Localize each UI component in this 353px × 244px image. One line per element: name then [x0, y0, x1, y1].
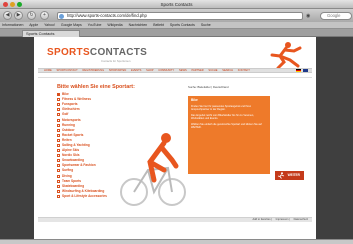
checkbox[interactable] — [57, 118, 60, 122]
info-paragraph: Das Angebot reicht vom Bikehändler bis h… — [191, 113, 254, 121]
nav-sportcontact[interactable]: SPORTCONTACT — [57, 69, 78, 72]
checkbox[interactable] — [57, 169, 60, 173]
bookmark-item[interactable]: Google Maps — [61, 23, 82, 27]
checkbox[interactable] — [57, 113, 60, 117]
flag-de-icon[interactable] — [296, 69, 301, 72]
info-title: Bike — [191, 98, 198, 102]
nav-shop[interactable]: SHOP — [146, 69, 153, 72]
checkbox[interactable] — [57, 154, 60, 158]
weiter-button[interactable]: WEITER — [275, 171, 304, 180]
checkbox[interactable] — [57, 123, 60, 127]
checkbox[interactable] — [57, 93, 60, 97]
checkbox[interactable] — [57, 133, 60, 137]
checkbox[interactable] — [57, 179, 60, 183]
checkbox[interactable] — [57, 98, 60, 102]
checkbox[interactable] — [57, 128, 60, 132]
status-bar — [0, 239, 353, 244]
footer-link[interactable]: Add to favorites — [252, 218, 270, 221]
checkbox[interactable] — [57, 149, 60, 153]
checkbox[interactable] — [57, 103, 60, 107]
nav-news[interactable]: NEWS — [179, 69, 187, 72]
back-button[interactable]: ◀ — [3, 11, 12, 20]
logo-part-sports: SPORTS — [47, 47, 90, 58]
checkbox[interactable] — [57, 189, 60, 193]
language-flags — [296, 69, 308, 72]
bookmark-item[interactable]: Sports Contacts — [170, 23, 195, 27]
page-title: Bitte wählen Sie eine Sportart: — [57, 84, 135, 90]
page-footer: Add to favorites | Impressum | Datenschu… — [38, 217, 312, 222]
info-box: Bike Finden Sie hier Ihr passendes Sport… — [188, 96, 270, 174]
divider — [38, 77, 312, 78]
bookmark-item[interactable]: Informationen — [2, 23, 23, 27]
nav-home[interactable]: HOME — [44, 69, 52, 72]
runner-icon — [277, 172, 285, 179]
checkbox[interactable] — [57, 194, 60, 198]
nav-registrierung[interactable]: REGISTRIERUNG — [82, 69, 104, 72]
nav-search[interactable]: SEARCH — [222, 69, 233, 72]
footer-link[interactable]: Impressum — [276, 218, 289, 221]
checkbox[interactable] — [57, 184, 60, 188]
nav-sportarten[interactable]: SPORTARTEN — [109, 69, 126, 72]
bookmarks-bar: Informationen Apple Yahoo! Google Maps Y… — [0, 22, 353, 29]
footer-link[interactable]: Datenschutz — [294, 218, 308, 221]
search-field[interactable]: Google — [320, 12, 352, 20]
bookmark-item[interactable]: Wikipedia — [107, 23, 122, 27]
nav-partner[interactable]: PARTNER — [192, 69, 204, 72]
nav-suche[interactable]: SUCHE — [208, 69, 217, 72]
logo-part-contacts: CONTACTS — [89, 47, 148, 58]
flag-uk-icon[interactable] — [303, 69, 308, 72]
info-paragraph: Finden Sie hier Ihr passendes Sportangeb… — [191, 104, 252, 112]
nav-events[interactable]: EVENTS — [131, 69, 141, 72]
info-paragraph: Wählen Sie einfach die gewünschte Sporta… — [191, 122, 262, 130]
cyclist-illustration — [120, 133, 186, 206]
checkbox[interactable] — [57, 108, 60, 112]
nav-kontakt[interactable]: KONTAKT — [238, 69, 250, 72]
main-nav: HOME SPORTCONTACT REGISTRIERUNG SPORTART… — [38, 68, 312, 73]
nav-community[interactable]: COMMUNITY — [158, 69, 174, 72]
bookmark-item[interactable]: Nachrichten — [129, 23, 148, 27]
bookmark-item[interactable]: Yahoo! — [44, 23, 55, 27]
bookmark-item[interactable]: YouTube — [88, 23, 102, 27]
checkbox[interactable] — [57, 174, 60, 178]
checkbox[interactable] — [57, 138, 60, 142]
logo-tagline: Contacts for Sportsmen — [101, 59, 131, 63]
checkbox[interactable] — [57, 159, 60, 163]
site-logo[interactable]: SPORTSCONTACTS — [47, 47, 147, 58]
address-bar[interactable]: http://www.sports-contacts.com/de/find.p… — [57, 12, 303, 20]
checkbox[interactable] — [57, 143, 60, 147]
add-bookmark-button[interactable]: + — [40, 11, 49, 20]
bookmark-item[interactable]: Suche — [201, 23, 211, 27]
site-globe-icon — [59, 13, 64, 19]
runner-logo-icon — [270, 42, 302, 70]
reload-button[interactable]: ↻ — [27, 11, 36, 20]
checkbox[interactable] — [57, 164, 60, 168]
weiter-label: WEITER — [287, 173, 300, 177]
window-title: Sports Contacts — [160, 2, 193, 7]
bookmark-item[interactable]: Apple — [29, 23, 38, 27]
forward-button[interactable]: ▶ — [14, 11, 23, 20]
rss-icon[interactable]: ◉ — [306, 12, 316, 20]
bookmark-item[interactable]: Beliebt — [153, 23, 164, 27]
tab-sports-contacts[interactable]: Sports Contacts — [22, 30, 80, 37]
sport-label: Sport & Lifestyle Accessories — [62, 193, 107, 198]
breadcrumb: Suche: Bielefelder | Deutschland — [188, 85, 229, 89]
